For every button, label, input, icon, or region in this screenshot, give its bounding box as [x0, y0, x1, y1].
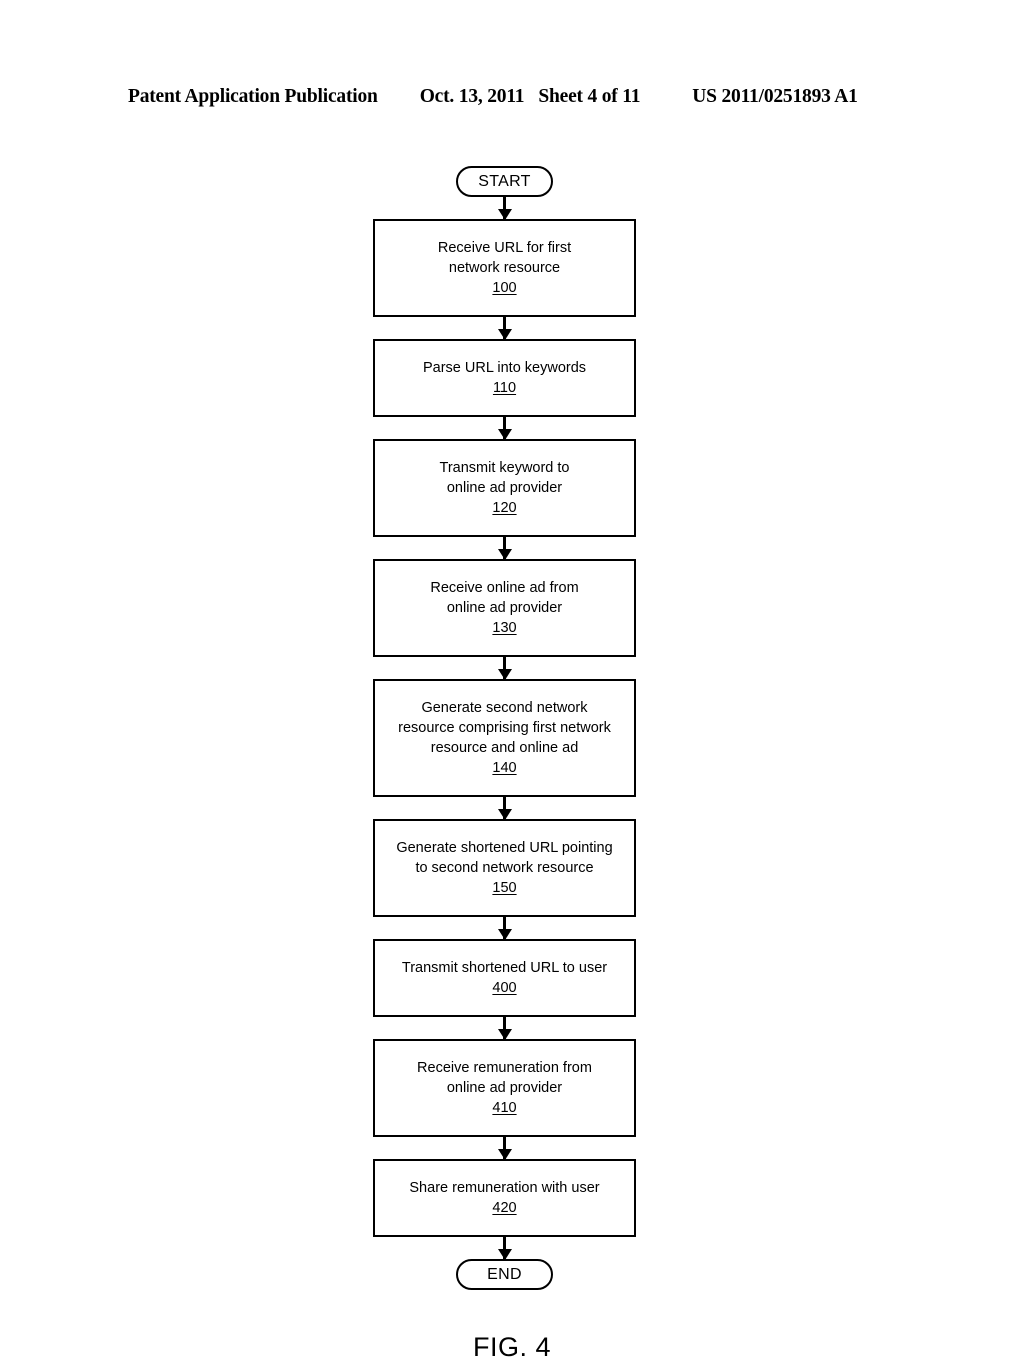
flow-node-120-line-1: Transmit keyword to: [439, 460, 570, 476]
flow-node-120-line-2: online ad provider: [446, 480, 563, 496]
flow-node-120-reference-number: 120: [492, 500, 517, 516]
flow-node-100-line-1: Receive URL for first: [437, 240, 572, 256]
flow-node-420-line-1: Share remuneration with user: [409, 1180, 600, 1196]
flow-connector-arrow: [503, 657, 506, 679]
flow-node-100-line-2: network resource: [448, 260, 561, 276]
flow-node-410-line-1: Receive remuneration from: [417, 1060, 592, 1076]
flow-node-130: Receive online ad from online ad provider…: [373, 559, 636, 657]
flow-node-420: Share remuneration with user 420: [373, 1159, 636, 1237]
flow-connector-arrow: [503, 537, 506, 559]
flow-node-start-label: START: [478, 172, 531, 190]
flow-connector-arrow: [503, 417, 506, 439]
flow-node-110: Parse URL into keywords 110: [373, 339, 636, 417]
flow-node-420-reference-number: 420: [492, 1200, 517, 1216]
flow-node-120: Transmit keyword to online ad provider 120: [373, 439, 636, 537]
flow-node-140-line-1: Generate second network: [421, 700, 588, 716]
flow-connector-arrow: [503, 797, 506, 819]
flow-connector-arrow: [503, 1137, 506, 1159]
flow-node-400-reference-number: 400: [492, 980, 517, 996]
flow-connector-arrow: [503, 917, 506, 939]
flow-node-400-line-1: Transmit shortened URL to user: [401, 960, 608, 976]
flowchart-diagram: START Receive URL for first network resour…: [0, 0, 1024, 1320]
flow-node-end: END: [456, 1259, 553, 1290]
flow-node-400: Transmit shortened URL to user 400: [373, 939, 636, 1017]
flow-node-410-reference-number: 410: [492, 1100, 517, 1116]
flow-node-100: Receive URL for first network resource 100: [373, 219, 636, 317]
flow-node-140: Generate second network resource comprisi…: [373, 679, 636, 797]
flow-connector-arrow: [503, 1017, 506, 1039]
flow-node-end-label: END: [487, 1265, 522, 1283]
flow-node-410: Receive remuneration from online ad provi…: [373, 1039, 636, 1137]
flow-node-410-line-2: online ad provider: [446, 1080, 563, 1096]
flow-node-140-line-3: resource and online ad: [430, 740, 579, 756]
flow-node-150-line-2: to second network resource: [415, 860, 594, 876]
flow-node-110-reference-number: 110: [492, 380, 517, 396]
flow-node-start: START: [456, 166, 553, 197]
flow-node-150-line-1: Generate shortened URL pointing: [396, 840, 613, 856]
flow-node-110-line-1: Parse URL into keywords: [422, 360, 587, 376]
flow-node-140-line-2: resource comprising first network: [398, 720, 611, 736]
flow-connector-arrow: [503, 1237, 506, 1259]
flow-node-100-reference-number: 100: [492, 280, 517, 296]
figure-caption: FIG. 4: [472, 1332, 551, 1362]
flow-node-150-reference-number: 150: [492, 880, 517, 896]
flow-node-150: Generate shortened URL pointing to second…: [373, 819, 636, 917]
flow-connector-arrow: [503, 317, 506, 339]
flow-node-130-line-1: Receive online ad from: [430, 580, 579, 596]
flow-connector-arrow: [503, 197, 506, 219]
flow-node-140-reference-number: 140: [492, 760, 517, 776]
flow-node-130-line-2: online ad provider: [446, 600, 563, 616]
flow-node-130-reference-number: 130: [492, 620, 517, 636]
